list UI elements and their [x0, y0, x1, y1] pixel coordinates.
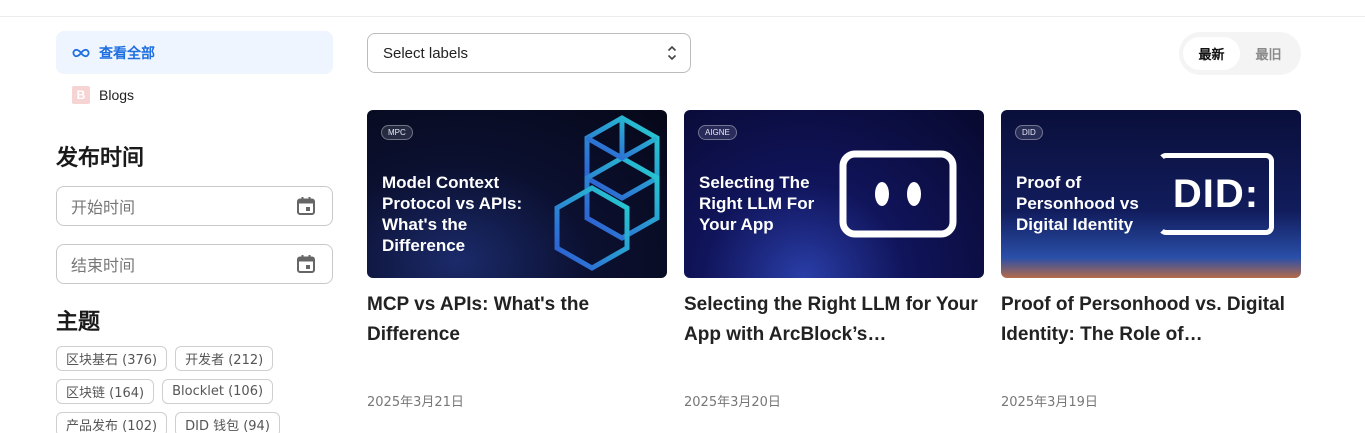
- nav-blogs[interactable]: B Blogs: [56, 74, 333, 116]
- card-title[interactable]: Proof of Personhood vs. Digital Identity…: [1001, 290, 1306, 350]
- header-divider: [0, 16, 1365, 17]
- card-title[interactable]: Selecting the Right LLM for Your App wit…: [684, 290, 989, 350]
- card-tag: DID: [1015, 125, 1043, 140]
- card-image-title: Model Context Protocol vs APIs: What's t…: [382, 173, 523, 255]
- topic-chip[interactable]: Blocklet (106): [162, 379, 274, 404]
- sort-oldest-button[interactable]: 最旧: [1240, 37, 1297, 70]
- nav-view-all[interactable]: 查看全部: [56, 31, 333, 74]
- card-tag: AIGNE: [698, 125, 737, 140]
- card-image-title: Selecting The Right LLM For Your App: [699, 173, 815, 234]
- sort-latest-button[interactable]: 最新: [1183, 37, 1240, 70]
- end-date-field[interactable]: 结束时间: [56, 244, 333, 284]
- sidebar: 查看全部 B Blogs 发布时间 开始时间 结束时间 主题 区块基石 (376…: [56, 31, 333, 433]
- sort-toggle: 最新 最旧: [1179, 32, 1301, 75]
- nav-blogs-label: Blogs: [99, 87, 135, 103]
- nav-view-all-label: 查看全部: [99, 44, 155, 61]
- labels-select[interactable]: Select labels: [367, 33, 691, 73]
- did-logo: DID:: [1158, 153, 1274, 235]
- publish-time-heading: 发布时间: [56, 146, 145, 171]
- topic-chip[interactable]: DID 钱包 (94): [175, 412, 280, 433]
- calendar-icon[interactable]: [296, 254, 316, 274]
- topic-chip[interactable]: 产品发布 (102): [56, 412, 168, 433]
- topic-chips: 区块基石 (376) 开发者 (212) 区块链 (164) Blocklet …: [56, 346, 333, 433]
- card-tag: MPC: [381, 125, 413, 140]
- card-date: 2025年3月21日: [367, 395, 464, 410]
- card-title[interactable]: MCP vs APIs: What's the Difference: [367, 290, 672, 350]
- card-thumbnail[interactable]: AIGNE Selecting The Right LLM For Your A…: [684, 110, 984, 278]
- labels-select-placeholder: Select labels: [383, 44, 469, 62]
- blogs-icon: B: [72, 86, 90, 104]
- card-date: 2025年3月19日: [1001, 395, 1098, 410]
- card-date: 2025年3月20日: [684, 395, 781, 410]
- start-date-field[interactable]: 开始时间: [56, 186, 333, 226]
- topic-chip[interactable]: 区块链 (164): [56, 379, 155, 404]
- card-image-title: Proof of Personhood vs Digital Identity: [1016, 173, 1139, 234]
- blog-card[interactable]: AIGNE Selecting The Right LLM For Your A…: [684, 110, 984, 410]
- end-date-placeholder: 结束时间: [71, 256, 136, 275]
- blog-card[interactable]: MPC Model Context Protocol vs APIs: What…: [367, 110, 667, 410]
- topics-heading: 主题: [56, 310, 101, 335]
- chevron-updown-icon: [667, 45, 677, 61]
- calendar-icon[interactable]: [296, 196, 316, 216]
- infinity-icon: [72, 44, 90, 62]
- card-thumbnail[interactable]: MPC Model Context Protocol vs APIs: What…: [367, 110, 667, 278]
- hexagon-graphic: [554, 115, 660, 271]
- start-date-placeholder: 开始时间: [71, 198, 136, 217]
- robot-face-graphic: [839, 150, 957, 238]
- blog-card[interactable]: DID: DID Proof of Personhood vs Digital …: [1001, 110, 1301, 410]
- topic-chip[interactable]: 区块基石 (376): [56, 346, 168, 371]
- did-logo-text: DID:: [1172, 171, 1260, 216]
- card-thumbnail[interactable]: DID: DID Proof of Personhood vs Digital …: [1001, 110, 1301, 278]
- topic-chip[interactable]: 开发者 (212): [175, 346, 274, 371]
